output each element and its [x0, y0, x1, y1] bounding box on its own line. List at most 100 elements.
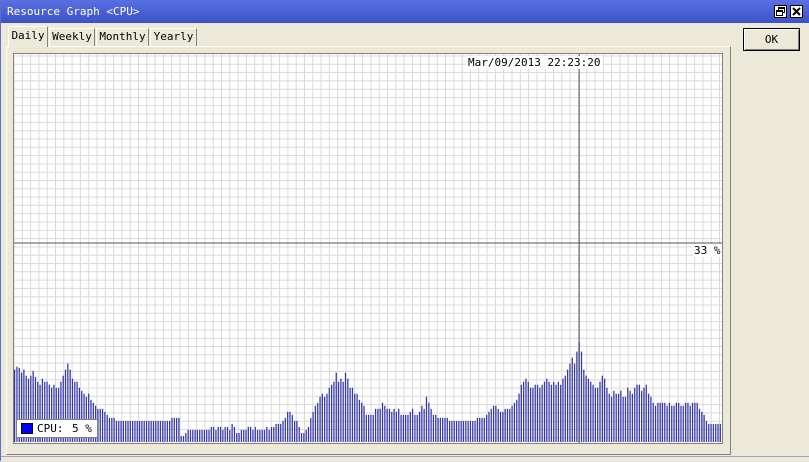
cpu-bar: [472, 420, 474, 442]
cpu-bar: [479, 417, 481, 442]
cpu-bar: [564, 375, 566, 442]
cpu-bar: [583, 369, 585, 442]
cpu-bar: [442, 417, 444, 442]
cpu-bar: [365, 414, 367, 442]
cpu-bar: [557, 381, 559, 442]
cpu-bar: [462, 420, 465, 442]
cpu-bar: [601, 375, 603, 442]
cpu-bar: [132, 420, 134, 442]
cpu-bar: [289, 411, 291, 442]
cpu-bar: [569, 363, 571, 442]
cpu-bar: [106, 414, 108, 442]
cpu-bar: [273, 426, 275, 442]
cpu-bar: [587, 378, 590, 442]
cpu-bar: [395, 411, 398, 442]
cpu-bar: [405, 414, 407, 442]
cpu-bar: [668, 402, 671, 442]
cpu-bar: [250, 426, 252, 442]
cpu-bar: [425, 396, 428, 442]
cpu-bar: [203, 429, 205, 442]
cpu-bar: [245, 429, 247, 442]
graph-legend: CPU: 5 %: [16, 419, 98, 438]
cpu-bar: [215, 429, 217, 442]
cpu-bar: [495, 405, 497, 442]
cpu-bar: [719, 423, 721, 442]
cpu-bar: [430, 408, 432, 442]
ok-button[interactable]: OK: [743, 28, 800, 51]
cpu-bar: [698, 408, 701, 442]
cpu-bar: [236, 432, 238, 442]
cpu-bar: [324, 396, 326, 442]
cpu-bar: [453, 420, 455, 442]
cpu-bar: [321, 393, 323, 442]
cpu-bar: [541, 384, 543, 442]
cpu-bar: [340, 378, 342, 442]
cpu-bar: [638, 384, 640, 442]
cpu-bar: [657, 402, 659, 442]
cpu-bar: [460, 420, 462, 442]
cpu-bar: [384, 405, 386, 442]
cpu-bar: [536, 384, 539, 442]
cpu-bar: [129, 420, 131, 442]
cpu-bar: [240, 429, 243, 442]
cpu-bar: [691, 402, 694, 442]
window-bottom-edge: [1, 456, 809, 462]
cpu-bar: [298, 426, 300, 442]
cpu-bar: [523, 381, 525, 442]
cpu-bars: [14, 342, 721, 442]
cpu-bar: [377, 408, 379, 442]
cpu-bar: [284, 417, 286, 442]
cpu-bar: [712, 423, 715, 442]
cpu-bar: [520, 384, 522, 442]
cpu-bar: [680, 405, 682, 442]
title-bar[interactable]: Resource Graph <CPU>: [1, 0, 809, 23]
cpu-bar: [231, 423, 233, 442]
cpu-bar: [393, 408, 395, 442]
cpu-bar: [610, 396, 613, 442]
cpu-bar: [155, 420, 157, 442]
cpu-bar: [226, 426, 229, 442]
cpu-bar: [666, 405, 668, 442]
cpu-bar: [104, 411, 106, 442]
cpu-bar: [527, 381, 529, 442]
cpu-bar: [659, 402, 661, 442]
tab-monthly[interactable]: Monthly: [96, 28, 149, 46]
close-icon: [792, 7, 801, 16]
cpu-bar: [511, 405, 513, 442]
cpu-bar: [217, 426, 219, 442]
cpu-bar: [590, 381, 592, 442]
cpu-bar: [518, 393, 520, 442]
restore-button[interactable]: [774, 5, 787, 18]
cpu-bar: [645, 384, 647, 442]
cpu-bar: [127, 420, 129, 442]
tab-weekly[interactable]: Weekly: [49, 28, 95, 46]
cpu-bar: [673, 405, 675, 442]
cpu-bar: [175, 417, 178, 442]
cpu-bar: [562, 378, 564, 442]
cpu-bar: [576, 351, 578, 442]
close-button[interactable]: [790, 5, 803, 18]
cpu-bar: [111, 417, 113, 442]
cpu-bar: [486, 414, 488, 442]
cpu-bar: [194, 429, 196, 442]
cpu-bar: [435, 414, 437, 442]
cpu-bar: [368, 414, 370, 442]
cpu-bar: [256, 429, 259, 442]
cpu-bar: [550, 384, 553, 442]
max-value-label: 33 %: [693, 244, 722, 257]
cpu-bar: [504, 408, 506, 442]
cpu-bar: [490, 408, 492, 442]
cpu-bar: [266, 426, 268, 442]
tab-daily[interactable]: Daily: [8, 26, 48, 47]
restore-icon: [776, 7, 785, 16]
cpu-bar: [418, 411, 421, 442]
cpu-bar: [305, 429, 307, 442]
cpu-bar: [317, 402, 319, 442]
cpu-bar: [224, 426, 226, 442]
cpu-bar: [118, 420, 120, 442]
tab-yearly[interactable]: Yearly: [150, 28, 197, 46]
cpu-bar: [624, 396, 627, 442]
cpu-bar: [411, 408, 414, 442]
cpu-bar: [546, 378, 548, 442]
cpu-bar: [335, 372, 337, 442]
